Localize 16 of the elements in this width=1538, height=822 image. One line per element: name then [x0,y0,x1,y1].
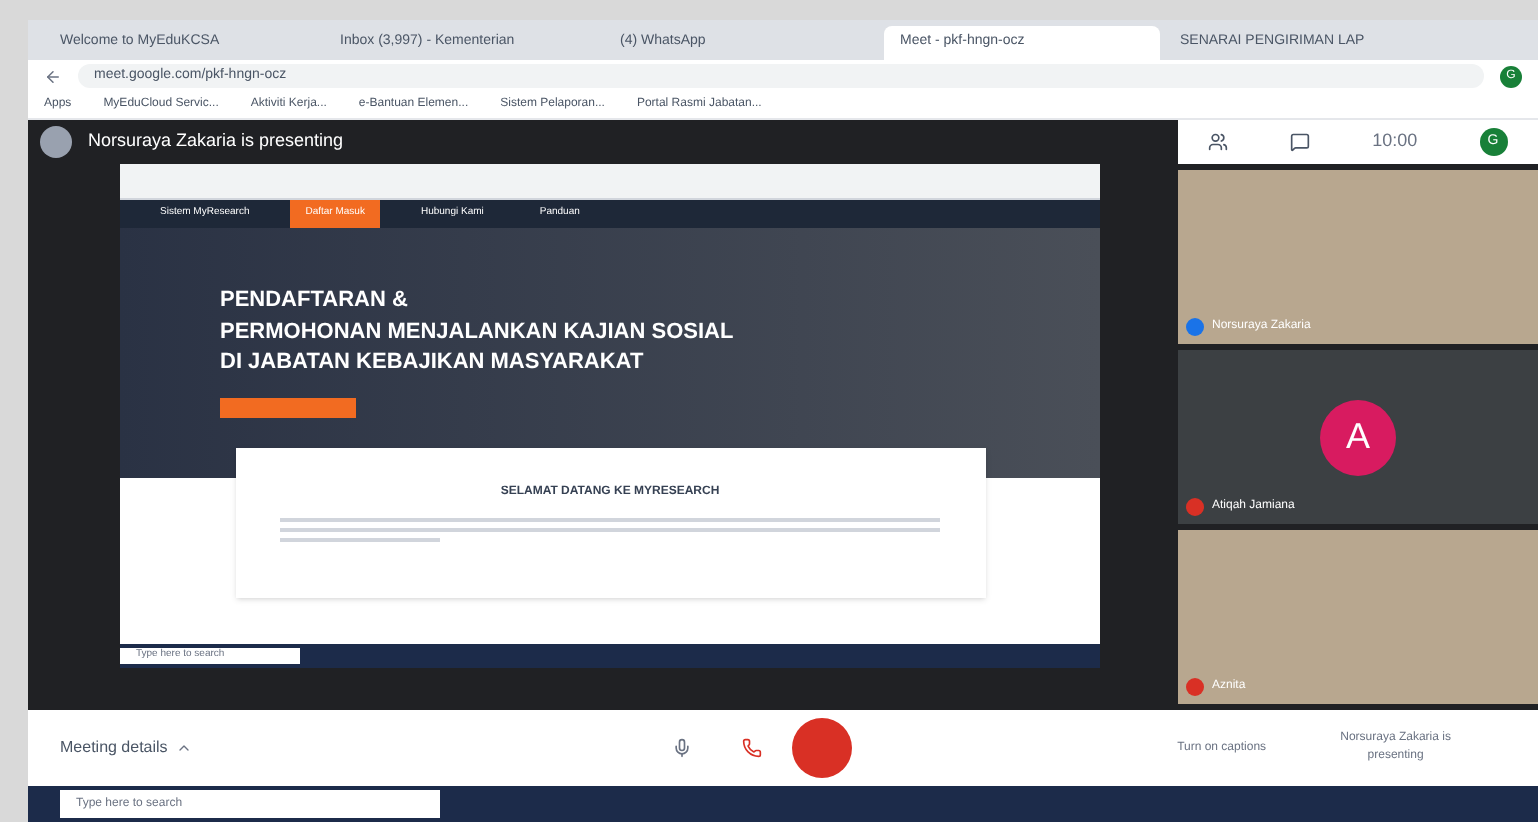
back-icon[interactable] [44,67,62,85]
hero-button[interactable] [220,398,356,419]
camera-off-button[interactable] [791,718,852,778]
chat-icon[interactable] [1290,132,1311,152]
participant-avatar: A [1320,399,1396,475]
hero-title: PERMOHONAN MENJALANKAN KAJIAN SOSIAL [220,319,736,347]
hero-title: DI JABATAN KEBAJIKAN MASYARAKAT [220,350,646,379]
people-icon[interactable] [1208,132,1229,152]
hero-title: PENDAFTARAN & [220,287,410,316]
mic-icon[interactable] [671,738,692,758]
clock-time: 10:00 [1372,128,1418,155]
presenting-label: Norsuraya Zakaria is presenting [88,128,344,155]
meeting-details-button[interactable]: Meeting details [60,736,168,760]
presenter-avatar [40,126,72,158]
hang-up-icon[interactable] [741,738,762,758]
chevron-up-icon[interactable] [175,740,192,756]
